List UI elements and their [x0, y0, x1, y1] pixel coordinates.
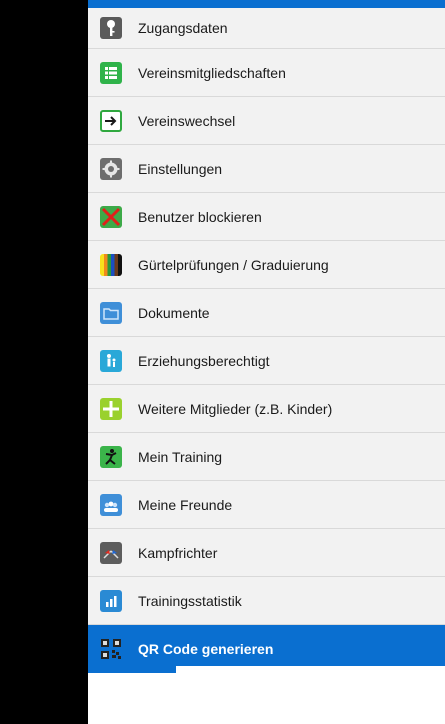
bar-chart-icon — [100, 589, 122, 612]
gear-icon — [100, 157, 122, 180]
folder-icon — [100, 301, 122, 324]
menu-item-label: Kampfrichter — [138, 544, 218, 561]
menu-item-label: Einstellungen — [138, 160, 223, 177]
menu-item-label: Zugangsdaten — [138, 20, 228, 36]
menu-item-trainingsstatistik[interactable]: Trainingsstatistik — [88, 577, 445, 625]
arrow-right-box-icon — [100, 109, 122, 132]
guardian-icon — [100, 349, 122, 372]
menu-item-label: QR Code generieren — [138, 641, 274, 657]
panel-empty-footer — [176, 666, 445, 724]
settings-menu-panel: Zugangsdaten Vereinsmitgliedschaften Ver… — [88, 0, 445, 724]
membership-list-icon — [100, 61, 122, 84]
menu-item-vereinsmitgliedschaften[interactable]: Vereinsmitgliedschaften — [88, 49, 445, 97]
settings-menu: Zugangsdaten Vereinsmitgliedschaften Ver… — [88, 8, 445, 673]
friends-icon — [100, 493, 122, 516]
menu-item-zugangsdaten[interactable]: Zugangsdaten — [88, 8, 445, 49]
menu-item-label: Dokumente — [138, 304, 210, 321]
qr-code-icon — [100, 638, 122, 660]
menu-item-vereinswechsel[interactable]: Vereinswechsel — [88, 97, 445, 145]
menu-item-weitere-mitglieder[interactable]: Weitere Mitglieder (z.B. Kinder) — [88, 385, 445, 433]
menu-item-label: Gürtelprüfungen / Graduierung — [138, 256, 329, 273]
menu-item-einstellungen[interactable]: Einstellungen — [88, 145, 445, 193]
key-icon — [100, 17, 122, 39]
menu-item-label: Trainingsstatistik — [138, 592, 242, 609]
menu-item-label: Benutzer blockieren — [138, 208, 262, 225]
menu-item-label: Mein Training — [138, 448, 223, 465]
menu-item-label: Weitere Mitglieder (z.B. Kinder) — [138, 400, 333, 417]
menu-item-guertelpruefungen[interactable]: Gürtelprüfungen / Graduierung — [88, 241, 445, 289]
menu-item-label: Vereinswechsel — [138, 112, 236, 129]
menu-item-benutzer-blockieren[interactable]: Benutzer blockieren — [88, 193, 445, 241]
plus-icon — [100, 397, 122, 420]
belt-colors-icon — [100, 253, 122, 276]
menu-item-label: Vereinsmitgliedschaften — [138, 64, 286, 81]
referee-flags-icon — [100, 541, 122, 564]
menu-item-label: Meine Freunde — [138, 496, 233, 513]
left-dark-strip — [0, 0, 88, 724]
menu-item-kampfrichter[interactable]: Kampfrichter — [88, 529, 445, 577]
top-accent-bar — [88, 0, 445, 8]
menu-item-label: Erziehungsberechtigt — [138, 352, 270, 369]
menu-item-dokumente[interactable]: Dokumente — [88, 289, 445, 337]
block-user-icon — [100, 205, 122, 228]
menu-item-mein-training[interactable]: Mein Training — [88, 433, 445, 481]
menu-item-meine-freunde[interactable]: Meine Freunde — [88, 481, 445, 529]
menu-item-erziehungsberechtigt[interactable]: Erziehungsberechtigt — [88, 337, 445, 385]
training-figure-icon — [100, 445, 122, 468]
